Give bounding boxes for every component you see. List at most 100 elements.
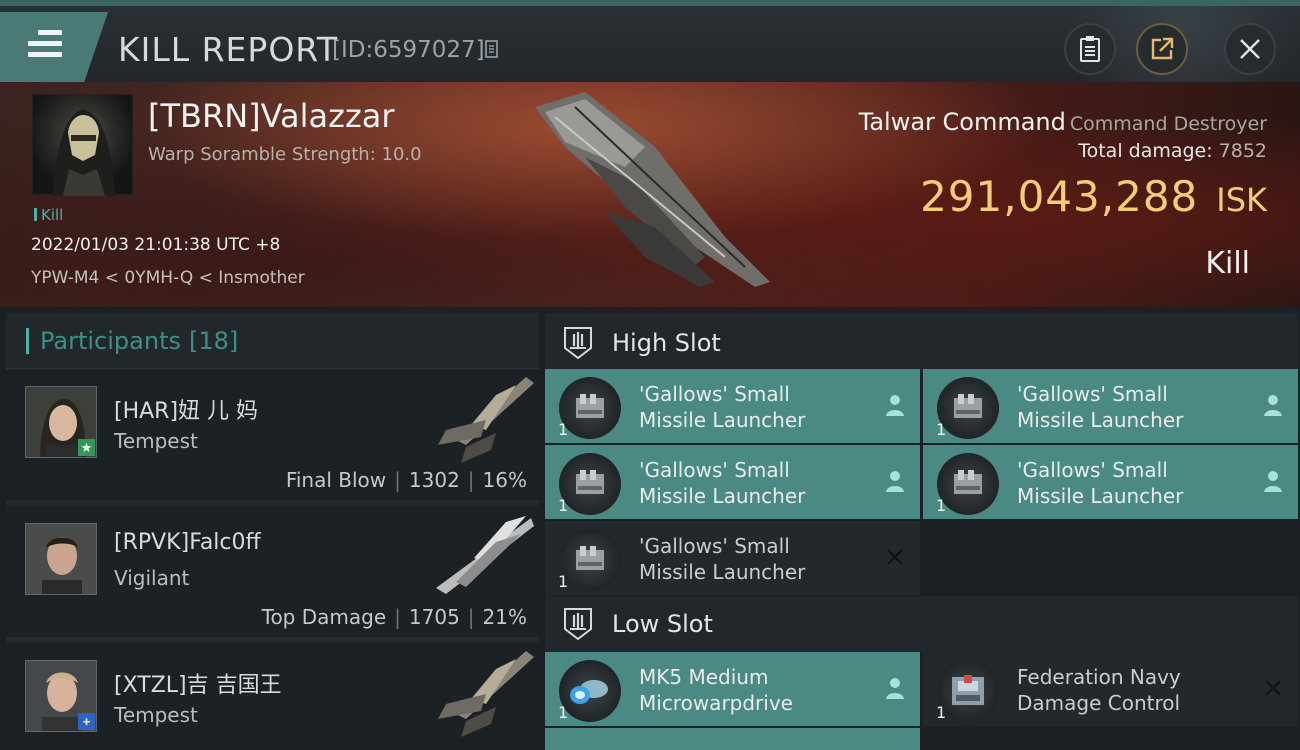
avatar-image: [26, 524, 96, 594]
star-icon: ★: [78, 439, 95, 456]
module-quantity: 1: [936, 703, 947, 722]
stat-divider: |: [394, 605, 401, 629]
page-title: KILL REPORT: [118, 30, 338, 69]
clipboard-button[interactable]: [1064, 23, 1116, 75]
participant-role: Final Blow: [285, 468, 387, 492]
ship-name[interactable]: Talwar Command: [859, 108, 1066, 136]
destroyed-x-icon: [887, 549, 903, 565]
share-button[interactable]: [1136, 23, 1188, 75]
participant-ship: Tempest: [114, 703, 198, 727]
avatar[interactable]: [25, 523, 97, 595]
microwarpdrive-icon: [559, 660, 621, 722]
low-slot-icon: [564, 608, 592, 641]
dropped-person-icon: [1264, 471, 1282, 492]
dropped-person-icon: [886, 678, 904, 699]
participants-count: [18]: [188, 326, 239, 355]
high-slot-header: High Slot: [545, 313, 1298, 373]
report-id: [ID:6597027]: [332, 37, 485, 63]
top-bar: KILL REPORT [ID:6597027]: [0, 0, 1300, 88]
kill-location[interactable]: YPW-M4 < 0YMH-Q < Insmother: [31, 268, 305, 288]
participant-row[interactable]: [RPVK]Falc0ff Vigilant Top Damage | 1705…: [6, 506, 539, 640]
menu-button[interactable]: [0, 12, 108, 82]
participant-ship-image: [438, 651, 534, 737]
stat-divider: |: [467, 605, 475, 629]
avatar[interactable]: +: [25, 660, 97, 732]
missile-launcher-icon: [559, 377, 621, 439]
victim-ship-line: Talwar Command Command Destroyer: [859, 108, 1267, 136]
participant-row[interactable]: + [XTZL]吉 吉国王 Tempest: [6, 643, 539, 750]
participant-damage: 1302: [408, 468, 460, 492]
missile-launcher-icon: [937, 453, 999, 515]
isk-value-line: 291,043,288 ISK: [920, 172, 1267, 221]
warp-scramble-strength: Warp Soramble Strength: 10.0: [148, 144, 422, 165]
destroyed-x-icon: [1265, 680, 1281, 696]
participants-title: Participants: [40, 326, 181, 355]
damage-control-icon: [937, 660, 999, 722]
module-item[interactable]: 1 Federation Navy Damage Control: [923, 652, 1298, 726]
participant-ship-image: [438, 377, 534, 463]
high-slot-icon: [564, 327, 592, 360]
module-quantity: 1: [558, 703, 569, 722]
isk-value: 291,043,288: [920, 172, 1199, 221]
module-name: 'Gallows' Small Missile Launcher: [1017, 458, 1184, 508]
high-slot-title: High Slot: [612, 329, 721, 357]
participants-header: Participants [18]: [6, 313, 539, 369]
dropped-person-icon: [886, 471, 904, 492]
module-quantity: 1: [558, 420, 569, 439]
participant-stats: Top Damage | 1705 | 21%: [262, 605, 527, 629]
participants-accent-bar: [26, 327, 29, 354]
module-item[interactable]: 1 'Gallows' Small Missile Launcher: [923, 445, 1298, 519]
missile-launcher-icon: [559, 453, 621, 515]
dropped-person-icon: [886, 395, 904, 416]
module-name: MK5 Medium Microwarpdrive: [639, 665, 793, 715]
module-item[interactable]: 1 MK5 Medium Microwarpdrive: [545, 652, 920, 726]
stat-divider: |: [394, 468, 401, 492]
close-button[interactable]: [1224, 23, 1276, 75]
participant-ship: Tempest: [114, 429, 198, 453]
module-quantity: 1: [936, 496, 947, 515]
copy-icon[interactable]: [485, 39, 501, 59]
low-slot-header: Low Slot: [545, 596, 1298, 652]
module-name: 'Gallows' Small Missile Launcher: [639, 458, 806, 508]
missile-launcher-icon: [559, 529, 621, 591]
participant-name[interactable]: [XTZL]吉 吉国王: [114, 667, 282, 699]
isk-unit: ISK: [1216, 181, 1267, 219]
participant-name[interactable]: [HAR]妞 儿 妈: [114, 393, 258, 425]
module-item[interactable]: 1 'Gallows' Small Missile Launcher: [545, 445, 920, 519]
module-item[interactable]: 1 'Gallows' Small Missile Launcher: [545, 369, 920, 443]
module-name: Federation Navy Damage Control: [1017, 665, 1181, 715]
total-damage-value: 7852: [1218, 140, 1267, 162]
stat-divider: |: [467, 468, 475, 492]
participant-row[interactable]: ★ [HAR]妞 儿 妈 Tempest Final Blow | 1302 |…: [6, 369, 539, 503]
hamburger-icon: [28, 30, 62, 63]
pilot-portrait-image: [53, 109, 115, 196]
participant-name[interactable]: [RPVK]Falc0ff: [114, 530, 261, 555]
participant-damage: 1705: [408, 605, 460, 629]
module-quantity: 1: [558, 496, 569, 515]
participant-percent: 21%: [482, 605, 527, 629]
module-item[interactable]: 1 'Gallows' Small Missile Launcher: [923, 369, 1298, 443]
plus-icon: +: [78, 713, 95, 730]
module-name: 'Gallows' Small Missile Launcher: [1017, 382, 1184, 432]
close-icon: [1240, 39, 1260, 59]
kill-datetime: 2022/01/03 21:01:38 UTC +8: [31, 235, 281, 255]
participant-role: Top Damage: [261, 605, 387, 629]
victim-name[interactable]: [TBRN]Valazzar: [148, 97, 395, 135]
missile-launcher-icon: [937, 377, 999, 439]
share-icon: [1151, 37, 1174, 60]
participant-ship-image: [436, 516, 534, 594]
avatar[interactable]: ★: [25, 386, 97, 458]
module-item[interactable]: [545, 728, 920, 750]
module-item[interactable]: 1 'Gallows' Small Missile Launcher: [545, 521, 920, 595]
victim-ship-image[interactable]: [525, 87, 775, 292]
participant-percent: 16%: [482, 468, 527, 492]
clipboard-icon: [1080, 36, 1100, 62]
kill-result: Kill: [1205, 246, 1250, 281]
victim-banner: [TBRN]Valazzar Warp Soramble Strength: 1…: [0, 82, 1300, 307]
total-damage-label: Total damage:: [1078, 140, 1213, 162]
participant-stats: Final Blow | 1302 | 16%: [286, 468, 527, 492]
module-quantity: 1: [558, 572, 569, 591]
victim-portrait[interactable]: [32, 94, 133, 196]
participant-ship: Vigilant: [114, 566, 190, 590]
module-quantity: 1: [936, 420, 947, 439]
